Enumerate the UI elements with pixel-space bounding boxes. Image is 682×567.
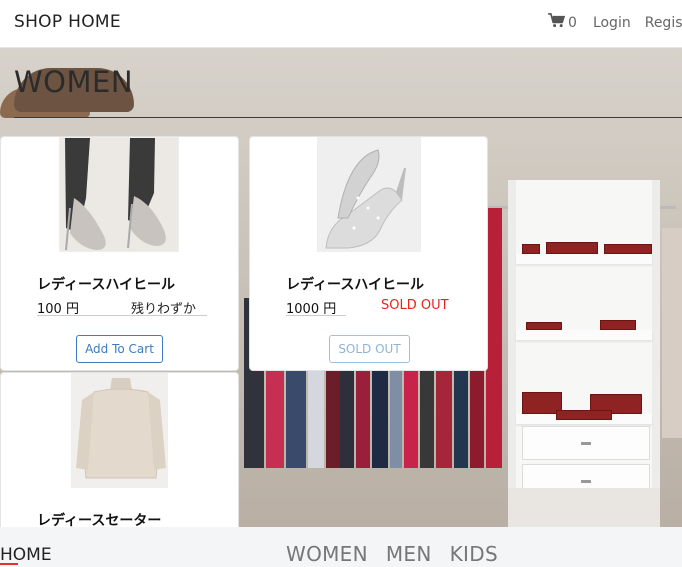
divider [37,315,207,316]
storage-box [600,320,636,330]
category-link-kids[interactable]: KIDS [450,542,498,566]
home-active-indicator [0,563,18,565]
shoe-rack [508,488,660,527]
register-link[interactable]: Regist [645,15,682,31]
product-name: レディースハイヒール [286,277,425,293]
category-nav: WOMEN MEN KIDS [286,542,516,566]
storage-box [546,242,598,254]
shop-home-link[interactable]: SHOP HOME [14,12,121,32]
storage-box [522,244,540,254]
navbar-right: 0 Login Regist [548,13,682,32]
storage-box [604,244,652,254]
title-divider [14,117,682,118]
product-card: レディースハイヒール 1000 円 SOLD OUT SOLD OUT [249,136,488,371]
product-card: レディースハイヒール 100 円 残りわずか Add To Cart [0,136,239,371]
divider [286,315,346,316]
product-name: レディースハイヒール [37,277,176,293]
shelf [516,330,652,340]
cart-link[interactable]: 0 [548,13,577,32]
cart-count: 0 [568,14,577,31]
sold-out-label: SOLD OUT [381,298,449,313]
category-link-men[interactable]: MEN [386,542,432,566]
hanging-clothes [486,208,502,468]
cart-icon [548,13,568,32]
product-image[interactable] [71,373,168,488]
storage-box [526,322,562,330]
closet-shelf-unit [508,180,660,527]
add-to-cart-button[interactable]: Add To Cart [76,335,163,363]
category-link-women[interactable]: WOMEN [286,542,368,566]
sold-out-button[interactable]: SOLD OUT [329,335,410,363]
drawer [522,426,650,460]
product-image[interactable] [317,137,421,252]
top-navbar: SHOP HOME 0 Login Regist [0,0,682,48]
product-card: レディースセーター [0,372,239,532]
category-title: WOMEN [14,65,134,99]
storage-box [556,410,612,420]
login-link[interactable]: Login [593,15,631,31]
bottom-navbar: HOME WOMEN MEN KIDS [0,527,682,567]
hanging-clothes [662,228,682,438]
product-image[interactable] [59,137,179,252]
home-link[interactable]: HOME [0,545,52,565]
shelf [516,254,652,264]
